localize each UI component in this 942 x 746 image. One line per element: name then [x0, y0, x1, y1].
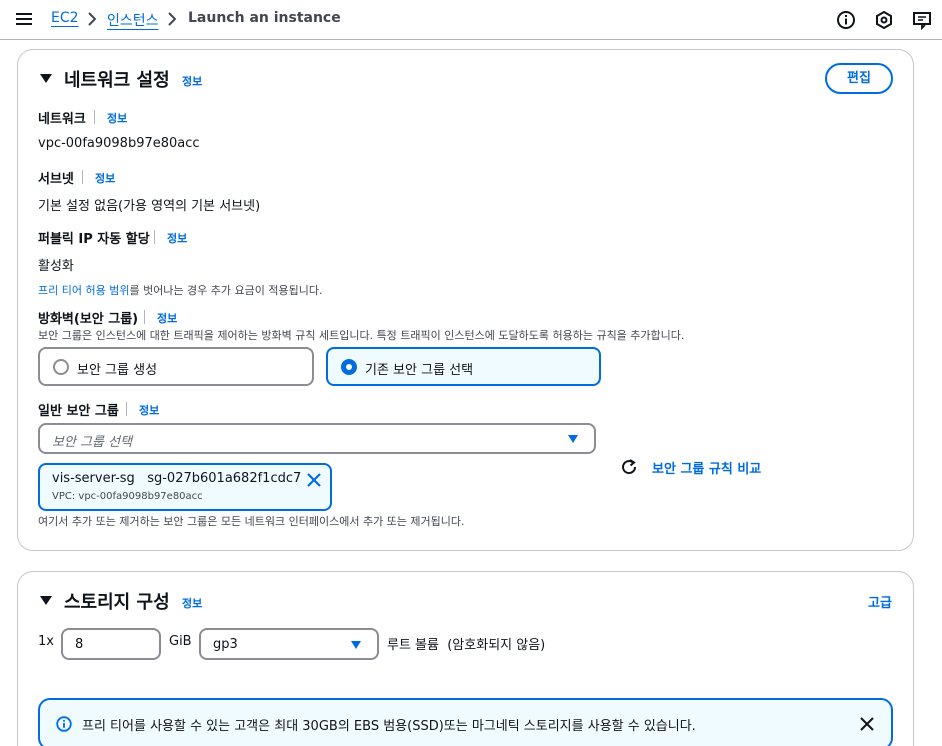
security-group-select[interactable]: 보안 그룹 선택	[38, 423, 596, 454]
free-tier-link[interactable]: 프리 티어 허용 범위	[38, 284, 129, 297]
sg-name: vis-server-sg	[52, 471, 135, 486]
close-icon[interactable]	[859, 716, 875, 732]
public-ip-value: 활성화	[38, 259, 74, 274]
option-label: 기존 보안 그룹 선택	[365, 363, 474, 378]
network-label: 네트워크	[38, 112, 86, 127]
size-unit: GiB	[169, 634, 192, 649]
divider	[144, 310, 145, 324]
free-tier-note-text: 를 벗어나는 경우 추가 요금이 적용됩니다.	[129, 284, 323, 297]
collapse-caret-icon[interactable]	[40, 74, 52, 83]
info-link[interactable]: 정보	[167, 230, 187, 246]
dropdown-arrow-icon	[568, 435, 578, 443]
feedback-icon[interactable]	[912, 10, 932, 30]
top-navigation-bar: EC2 인스턴스 Launch an instance	[0, 0, 942, 40]
firewall-description: 보안 그룹은 인스턴스에 대한 트래픽을 제어하는 방화벽 규칙 세트입니다. …	[38, 329, 685, 342]
info-link[interactable]: 정보	[182, 595, 202, 611]
dropdown-arrow-icon	[351, 641, 361, 649]
remove-token-icon[interactable]	[306, 472, 322, 488]
divider	[126, 402, 127, 416]
create-security-group-option[interactable]: 보안 그룹 생성	[38, 347, 314, 386]
select-placeholder: 보안 그룹 선택	[52, 435, 133, 450]
breadcrumb-ec2[interactable]: EC2	[51, 10, 79, 26]
divider	[154, 230, 155, 244]
root-volume-label: 루트 볼륨 (암호화되지 않음)	[387, 638, 546, 653]
volume-type-select[interactable]: gp3	[199, 628, 379, 660]
common-security-group-label: 일반 보안 그룹	[38, 404, 119, 419]
firewall-label: 방화벽(보안 그룹)	[38, 312, 139, 327]
settings-hexagon-icon[interactable]	[874, 10, 894, 30]
breadcrumb-instances[interactable]: 인스턴스	[107, 10, 159, 30]
network-settings-panel: 네트워크 설정 정보 편집 네트워크 정보 vpc-00fa9098b97e80…	[17, 49, 914, 551]
menu-icon[interactable]	[16, 12, 32, 26]
option-label: 보안 그룹 생성	[77, 363, 158, 378]
volume-type-value: gp3	[213, 637, 238, 652]
alert-text: 프리 티어를 사용할 수 있는 고객은 최대 30GB의 EBS 범용(SSD)…	[82, 719, 696, 734]
info-link[interactable]: 정보	[139, 402, 159, 418]
storage-config-title: 스토리지 구성	[64, 592, 170, 613]
collapse-caret-icon[interactable]	[40, 596, 52, 605]
breadcrumb-current: Launch an instance	[188, 10, 341, 26]
info-link[interactable]: 정보	[182, 73, 202, 89]
storage-config-panel: 스토리지 구성 정보 고급 1x 8 GiB gp3 루트 볼륨 (암호화되지 …	[17, 571, 914, 746]
info-link[interactable]: 정보	[95, 170, 115, 186]
network-value: vpc-00fa9098b97e80acc	[38, 136, 200, 151]
token-name-and-id: vis-server-sg sg-027b601a682f1cdc7	[52, 471, 301, 486]
free-tier-alert: 프리 티어를 사용할 수 있는 고객은 최대 30GB의 EBS 범용(SSD)…	[38, 698, 893, 746]
security-group-note: 여기서 추가 또는 제거하는 보안 그룹은 모든 네트워크 인터페이스에서 추가…	[38, 515, 465, 528]
volume-size-value: 8	[75, 637, 84, 652]
advanced-link[interactable]: 고급	[868, 592, 892, 611]
divider	[82, 170, 83, 184]
edit-button[interactable]: 편집	[825, 63, 893, 94]
sg-id: sg-027b601a682f1cdc7	[147, 471, 302, 486]
subnet-value: 기본 설정 없음(가용 영역의 기본 서브넷)	[38, 199, 261, 214]
radio-selected[interactable]	[341, 359, 357, 375]
volume-size-input[interactable]: 8	[61, 628, 161, 660]
volume-count: 1x	[38, 634, 54, 649]
subnet-label: 서브넷	[38, 172, 74, 187]
sg-vpc: VPC: vpc-00fa9098b97e80acc	[52, 491, 203, 502]
free-tier-note: 프리 티어 허용 범위를 벗어나는 경우 추가 요금이 적용됩니다.	[38, 282, 322, 298]
refresh-icon	[622, 459, 637, 475]
divider	[94, 110, 95, 124]
info-circle-icon	[56, 716, 72, 732]
radio-unselected[interactable]	[53, 359, 69, 375]
chevron-right-icon	[88, 12, 96, 26]
info-circle-icon[interactable]	[836, 10, 856, 30]
info-link[interactable]: 정보	[157, 310, 177, 326]
chevron-right-icon	[168, 12, 176, 26]
network-settings-title: 네트워크 설정	[64, 70, 170, 91]
selected-security-group-token: vis-server-sg sg-027b601a682f1cdc7 VPC: …	[38, 463, 332, 511]
info-link[interactable]: 정보	[107, 110, 127, 126]
compare-rules-label: 보안 그룹 규칙 비교	[652, 462, 762, 477]
public-ip-label: 퍼블릭 IP 자동 할당	[38, 232, 150, 247]
existing-security-group-option[interactable]: 기존 보안 그룹 선택	[326, 347, 601, 386]
